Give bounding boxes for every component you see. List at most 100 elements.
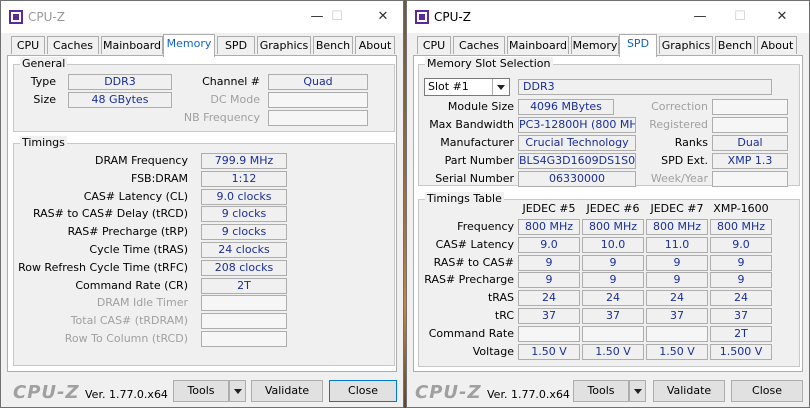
tab-memory[interactable]: Memory	[571, 36, 619, 54]
timings-row-label: Command Rate	[428, 326, 514, 340]
type-label: Type	[30, 75, 56, 88]
tools-dropdown-icon[interactable]	[629, 380, 646, 402]
title-bar[interactable]: CPU-Z — ☐ ✕	[407, 1, 809, 33]
maximize-icon: ☐	[331, 9, 343, 24]
timing-value	[201, 331, 287, 347]
timings-cell	[646, 325, 708, 342]
close-button[interactable]: Close	[731, 380, 803, 402]
timing-value: 799.9 MHz	[201, 153, 287, 169]
manufacturer-label: Manufacturer	[440, 136, 514, 149]
timing-value: 208 clocks	[201, 259, 287, 276]
tab-cpu[interactable]: CPU	[11, 36, 45, 54]
slot-select-value: Slot #1	[428, 80, 469, 93]
tools-dropdown-icon[interactable]	[229, 380, 246, 402]
timing-label: DRAM Idle Timer	[96, 296, 188, 310]
timings-cell: 9	[646, 254, 708, 271]
timing-label: Total CAS# (tRDRAM)	[70, 314, 188, 328]
module-size-label: Module Size	[447, 100, 514, 113]
timings-cell: 9	[710, 272, 772, 289]
timings-row-label: Voltage	[472, 344, 514, 358]
version-label: Ver. 1.77.0.x64	[85, 388, 168, 401]
part-number-value: BLS4G3D1609DS1S00.	[518, 153, 636, 169]
tab-spd[interactable]: SPD	[217, 36, 255, 54]
timing-label: Row Refresh Cycle Time (tRFC)	[18, 260, 188, 274]
minimize-icon[interactable]: —	[306, 7, 328, 27]
timings-cell: 9	[646, 272, 708, 289]
timings-cell: 800 MHz	[710, 219, 772, 235]
timing-label: RAS# Precharge (tRP)	[67, 225, 188, 239]
tab-graphics[interactable]: Graphics	[257, 36, 311, 54]
timings-row-label: RAS# Precharge	[424, 273, 514, 287]
tab-spd[interactable]: SPD	[619, 34, 657, 57]
timings-cell: 11.0	[646, 236, 708, 253]
validate-button[interactable]: Validate	[251, 380, 323, 402]
tab-about[interactable]: About	[757, 36, 797, 54]
tab-bench[interactable]: Bench	[313, 36, 353, 54]
timings-row-label: tRAS	[487, 291, 514, 305]
tab-memory[interactable]: Memory	[163, 34, 215, 57]
timings-cell: 9	[518, 254, 580, 271]
max-bandwidth-label: Max Bandwidth	[429, 118, 514, 131]
timing-value: 2T	[201, 277, 287, 294]
timing-value: 9 clocks	[201, 224, 287, 241]
timings-title: Timings	[20, 136, 67, 149]
cpuz-window-memory: CPU-Z — ☐ ✕ CPU Caches Mainboard Memory …	[0, 0, 404, 408]
timings-cell: 9.0	[518, 236, 580, 253]
validate-button[interactable]: Validate	[653, 380, 725, 402]
tab-bench[interactable]: Bench	[715, 36, 755, 54]
timing-label: RAS# to CAS# Delay (tRCD)	[32, 207, 188, 221]
timings-cell: 1.50 V	[518, 343, 580, 360]
tab-caches[interactable]: Caches	[47, 36, 99, 54]
timing-value: 1:12	[201, 170, 287, 187]
close-button[interactable]: Close	[329, 380, 397, 402]
title-bar[interactable]: CPU-Z — ☐ ✕	[1, 1, 403, 33]
nb-frequency-label: NB Frequency	[183, 111, 260, 124]
module-size-value: 4096 MBytes	[518, 99, 614, 115]
correction-value	[712, 99, 788, 115]
tab-mainboard[interactable]: Mainboard	[507, 36, 569, 54]
close-icon[interactable]: ✕	[771, 7, 793, 27]
timings-cell: 800 MHz	[582, 219, 644, 235]
timings-column-header: JEDEC #6	[586, 202, 640, 215]
timings-cell	[518, 325, 580, 342]
tab-about[interactable]: About	[355, 36, 395, 54]
ranks-value: Dual	[712, 135, 788, 151]
tab-mainboard[interactable]: Mainboard	[101, 36, 163, 54]
size-label: Size	[33, 93, 56, 106]
spd-ext-label: SPD Ext.	[661, 154, 708, 167]
timing-value: 9.0 clocks	[201, 188, 287, 205]
version-label: Ver. 1.77.0.x64	[487, 388, 570, 401]
timings-row-label: Frequency	[457, 220, 514, 233]
slot-select[interactable]: Slot #1	[424, 78, 510, 96]
minimize-icon[interactable]: —	[689, 7, 711, 27]
general-group: General Type DDR3 Size 48 GBytes Channel…	[13, 57, 395, 132]
tools-button[interactable]: Tools	[173, 380, 229, 402]
timings-cell: 9	[518, 272, 580, 289]
timings-cell: 9	[582, 254, 644, 271]
close-icon[interactable]: ✕	[372, 7, 394, 27]
dc-mode-value	[268, 92, 368, 108]
chevron-down-icon[interactable]	[492, 79, 509, 95]
tab-graphics[interactable]: Graphics	[659, 36, 713, 54]
tab-caches[interactable]: Caches	[453, 36, 505, 54]
serial-number-value: 06330000	[518, 171, 636, 187]
serial-number-label: Serial Number	[435, 172, 514, 185]
timings-column-header: JEDEC #5	[522, 202, 576, 215]
timing-label: DRAM Frequency	[94, 154, 188, 167]
timings-group: Timings DRAM Frequency 799.9 MHz FSB:DRAM 1…	[13, 136, 395, 366]
nb-frequency-value	[268, 110, 368, 126]
memory-slot-title: Memory Slot Selection	[425, 57, 553, 70]
timings-cell: 37	[518, 308, 580, 324]
timings-cell: 2T	[710, 325, 772, 342]
timings-row-label: tRC	[494, 309, 514, 322]
timings-cell: 24	[646, 290, 708, 307]
size-value: 48 GBytes	[68, 92, 172, 108]
maximize-icon: ☐	[734, 9, 746, 24]
max-bandwidth-value: PC3-12800H (800 MHz)	[518, 117, 636, 133]
timings-cell	[582, 325, 644, 342]
timings-cell: 10.0	[582, 236, 644, 253]
tab-cpu[interactable]: CPU	[417, 36, 451, 54]
spd-panel: Memory Slot Selection Slot #1 DDR3 Modul…	[413, 55, 803, 372]
tools-button[interactable]: Tools	[573, 380, 629, 402]
timings-row-label: RAS# to CAS#	[433, 255, 514, 269]
